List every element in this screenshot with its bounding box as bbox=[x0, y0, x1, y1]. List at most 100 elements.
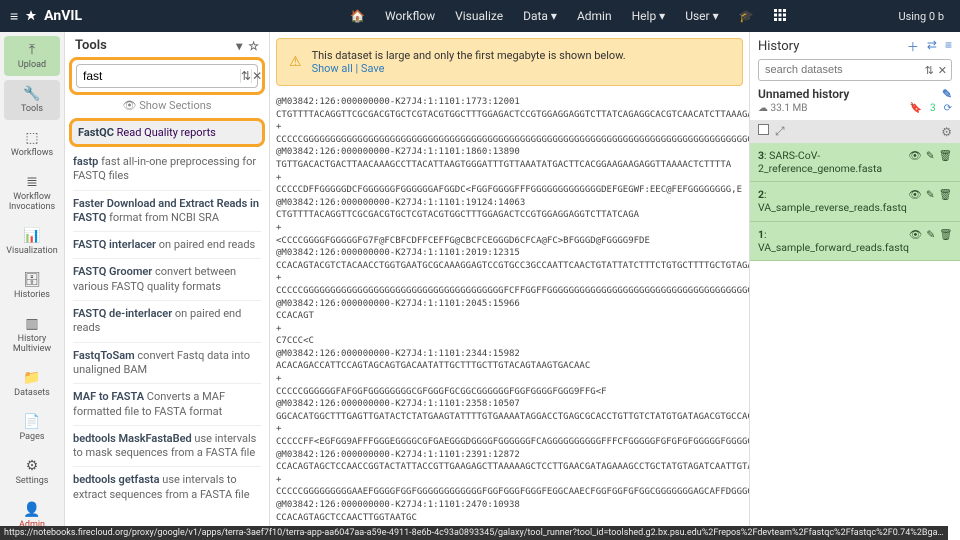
leftnav-workflows[interactable]: ⬚Workflows bbox=[4, 124, 60, 164]
history-search-input[interactable] bbox=[763, 63, 921, 77]
tool-result-item[interactable]: bedtools getfasta use intervals to extra… bbox=[73, 466, 261, 505]
leftnav-upload[interactable]: ⤒Upload bbox=[4, 36, 60, 76]
history-title: History bbox=[758, 39, 799, 54]
wrench-icon: 🔧 bbox=[4, 86, 60, 102]
leftnav-datasets[interactable]: 📁Datasets bbox=[4, 364, 60, 404]
history-tags[interactable]: 🔖3 ⟳ bbox=[910, 103, 952, 114]
history-dataset-item[interactable]: 3: SARS-CoV-2_reference_genome.fasta👁 ✎ 🗑 bbox=[750, 143, 960, 182]
tool-result-item[interactable]: Faster Download and Extract Reads in FAS… bbox=[73, 190, 261, 232]
history-switch-icon[interactable]: ⇄ bbox=[927, 38, 937, 55]
edit-icon[interactable]: ✎ bbox=[926, 149, 935, 162]
person-icon: 👤 bbox=[4, 502, 60, 518]
tool-search: ⇅ ✕ bbox=[76, 64, 258, 88]
trash-icon[interactable]: 🗑 bbox=[939, 228, 952, 241]
history-rename-icon[interactable]: ✎ bbox=[942, 87, 952, 101]
tool-results-list: fastp fast all-in-one preprocessing for … bbox=[65, 149, 269, 505]
top-navbar: ≡ AnVIL 🏠 Workflow Visualize Data ▾ Admi… bbox=[0, 0, 960, 32]
tool-result-item[interactable]: MAF to FASTA Converts a MAF formatted fi… bbox=[73, 383, 261, 425]
trash-icon[interactable]: 🗑 bbox=[939, 188, 952, 201]
history-sort-icon[interactable]: ⇅ bbox=[921, 64, 938, 77]
brand-logo[interactable]: ≡ AnVIL bbox=[10, 8, 82, 25]
leftnav-invocations[interactable]: ≣Workflow Invocations bbox=[4, 168, 60, 218]
sitemap-icon: ⬚ bbox=[4, 130, 60, 146]
notice-text: This dataset is large and only the first… bbox=[312, 49, 626, 62]
star-outline-icon[interactable]: ☆ bbox=[248, 39, 259, 53]
tag-icon: 🔖 bbox=[910, 103, 922, 114]
upload-icon: ⤒ bbox=[4, 42, 60, 58]
history-clear-icon[interactable]: ✕ bbox=[938, 64, 947, 77]
history-panel: History ＋ ⇄ ≡ ⇅ ✕ Unnamed history ✎ ☁ 33… bbox=[749, 32, 960, 540]
tool-result-item[interactable]: FASTQ Groomer convert between various FA… bbox=[73, 258, 261, 300]
leftnav-visualization[interactable]: 📊Visualization bbox=[4, 222, 60, 262]
history-dataset-item[interactable]: 1: VA_sample_forward_reads.fastq👁 ✎ 🗑 bbox=[750, 222, 960, 261]
tool-result-fastqc[interactable]: FastQC Read Quality reports bbox=[69, 118, 265, 147]
topnav-admin[interactable]: Admin bbox=[569, 5, 620, 27]
trash-icon[interactable]: 🗑 bbox=[939, 149, 952, 162]
gradcap-icon[interactable]: 🎓 bbox=[731, 5, 762, 27]
list-icon: ≣ bbox=[4, 174, 60, 190]
search-clear-icon[interactable]: ✕ bbox=[251, 69, 262, 83]
tool-result-item[interactable]: FASTQ interlacer on paired end reads bbox=[73, 231, 261, 258]
history-new-icon[interactable]: ＋ bbox=[907, 38, 919, 55]
edit-icon[interactable]: ✎ bbox=[926, 188, 935, 201]
status-url-bar: https://notebooks.firecloud.org/proxy/go… bbox=[0, 526, 948, 540]
topnav-user[interactable]: User ▾ bbox=[677, 5, 726, 27]
history-size: ☁ 33.1 MB bbox=[758, 103, 807, 114]
expand-icon[interactable]: ⤢ bbox=[775, 124, 785, 138]
leftnav-tools[interactable]: 🔧Tools bbox=[4, 80, 60, 120]
file-icon: 📄 bbox=[4, 414, 60, 430]
gear-icon: ⚙ bbox=[4, 458, 60, 474]
storage-usage[interactable]: Using 0 b bbox=[892, 10, 950, 23]
eye-icon[interactable]: 👁 bbox=[909, 228, 922, 241]
leftnav-pages[interactable]: 📄Pages bbox=[4, 408, 60, 448]
brand-name: AnVIL bbox=[44, 8, 82, 24]
columns-icon: ▥ bbox=[4, 316, 60, 332]
tool-search-input[interactable] bbox=[81, 68, 240, 84]
eye-icon[interactable]: 👁 bbox=[909, 149, 922, 162]
histories-icon: 🗄 bbox=[4, 272, 60, 288]
checkbox-icon[interactable] bbox=[758, 124, 769, 135]
dataset-label: 2: VA_sample_reverse_reads.fastq bbox=[758, 188, 909, 214]
show-sections-toggle[interactable]: 👁 Show Sections bbox=[65, 95, 269, 116]
topnav-visualize[interactable]: Visualize bbox=[447, 5, 511, 27]
gear-icon-small[interactable]: ⚙ bbox=[941, 125, 952, 139]
sequence-viewer: @M03842:126:000000000-K27J4:1:1101:1773:… bbox=[270, 92, 749, 540]
main-content: ⚠ This dataset is large and only the fir… bbox=[270, 32, 749, 540]
tool-result-item[interactable]: fastp fast all-in-one preprocessing for … bbox=[73, 149, 261, 190]
caret-down-icon[interactable]: ▾ bbox=[236, 39, 242, 53]
leftnav-multiview[interactable]: ▥History Multiview bbox=[4, 310, 60, 360]
tools-title: Tools bbox=[75, 38, 107, 53]
edit-icon[interactable]: ✎ bbox=[926, 228, 935, 241]
warning-icon: ⚠ bbox=[289, 54, 302, 70]
history-dataset-item[interactable]: 2: VA_sample_reverse_reads.fastq👁 ✎ 🗑 bbox=[750, 182, 960, 221]
tool-result-item[interactable]: FASTQ de-interlacer on paired end reads bbox=[73, 300, 261, 342]
dataset-large-notice: ⚠ This dataset is large and only the fir… bbox=[276, 38, 743, 86]
history-menu-icon[interactable]: ≡ bbox=[945, 38, 952, 55]
topnav-center: 🏠 Workflow Visualize Data ▾ Admin Help ▾… bbox=[342, 5, 794, 28]
show-all-link[interactable]: Show all bbox=[312, 62, 353, 75]
folder-icon: 📁 bbox=[4, 370, 60, 386]
dataset-label: 3: SARS-CoV-2_reference_genome.fasta bbox=[758, 149, 909, 175]
topnav-help[interactable]: Help ▾ bbox=[624, 5, 674, 27]
topnav-workflow[interactable]: Workflow bbox=[377, 5, 443, 27]
eye-icon[interactable]: 👁 bbox=[909, 188, 922, 201]
tools-panel: Tools ▾ ☆ ⇅ ✕ 👁 Show Sections FastQC Rea… bbox=[65, 32, 270, 540]
tools-header-icons: ▾ ☆ bbox=[236, 39, 259, 53]
save-link[interactable]: Save bbox=[361, 62, 385, 75]
home-icon[interactable]: 🏠 bbox=[342, 5, 373, 27]
menu-icon: ≡ bbox=[10, 8, 18, 25]
apps-grid-icon bbox=[774, 9, 786, 21]
tool-result-item[interactable]: bedtools MaskFastaBed use intervals to m… bbox=[73, 425, 261, 467]
star-icon bbox=[24, 9, 38, 23]
history-name[interactable]: Unnamed history bbox=[758, 87, 849, 101]
topnav-data[interactable]: Data ▾ bbox=[515, 5, 565, 27]
leftnav-histories[interactable]: 🗄Histories bbox=[4, 266, 60, 306]
search-sort-icon[interactable]: ⇅ bbox=[240, 69, 251, 83]
refresh-icon[interactable]: ⟳ bbox=[944, 103, 952, 114]
left-nav: ⤒Upload 🔧Tools ⬚Workflows ≣Workflow Invo… bbox=[0, 32, 65, 540]
leftnav-settings[interactable]: ⚙Settings bbox=[4, 452, 60, 492]
tools-header: Tools ▾ ☆ bbox=[65, 32, 269, 57]
grid-icon[interactable] bbox=[766, 5, 794, 28]
tool-result-item[interactable]: FastqToSam convert Fastq data into unali… bbox=[73, 342, 261, 384]
dataset-label: 1: VA_sample_forward_reads.fastq bbox=[758, 228, 909, 254]
